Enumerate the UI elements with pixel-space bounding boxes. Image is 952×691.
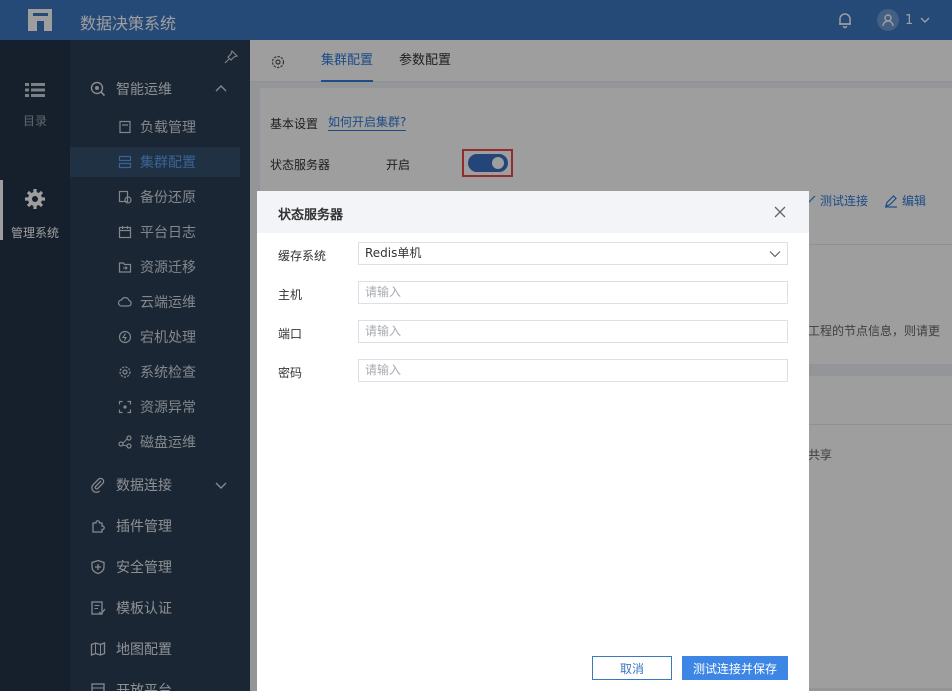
close-icon[interactable]	[773, 205, 787, 219]
port-label: 端口	[278, 327, 303, 341]
test-and-save-button[interactable]: 测试连接并保存	[682, 656, 788, 680]
password-label: 密码	[278, 366, 303, 380]
dialog-title: 状态服务器	[278, 208, 344, 223]
chevron-down-icon	[769, 251, 781, 258]
dialog-header: 状态服务器	[257, 191, 809, 233]
host-label: 主机	[278, 288, 303, 302]
cache-system-label: 缓存系统	[278, 249, 327, 263]
state-server-dialog: 状态服务器 缓存系统 Redis单机 主机 请输入 端口 请输入 密码 请输入 …	[257, 191, 809, 691]
port-input[interactable]: 请输入	[358, 320, 788, 343]
cancel-button[interactable]: 取消	[592, 656, 672, 680]
cache-system-value: Redis单机	[365, 246, 422, 260]
password-input[interactable]: 请输入	[358, 359, 788, 382]
cache-system-select[interactable]: Redis单机	[358, 242, 788, 265]
host-input[interactable]: 请输入	[358, 281, 788, 304]
